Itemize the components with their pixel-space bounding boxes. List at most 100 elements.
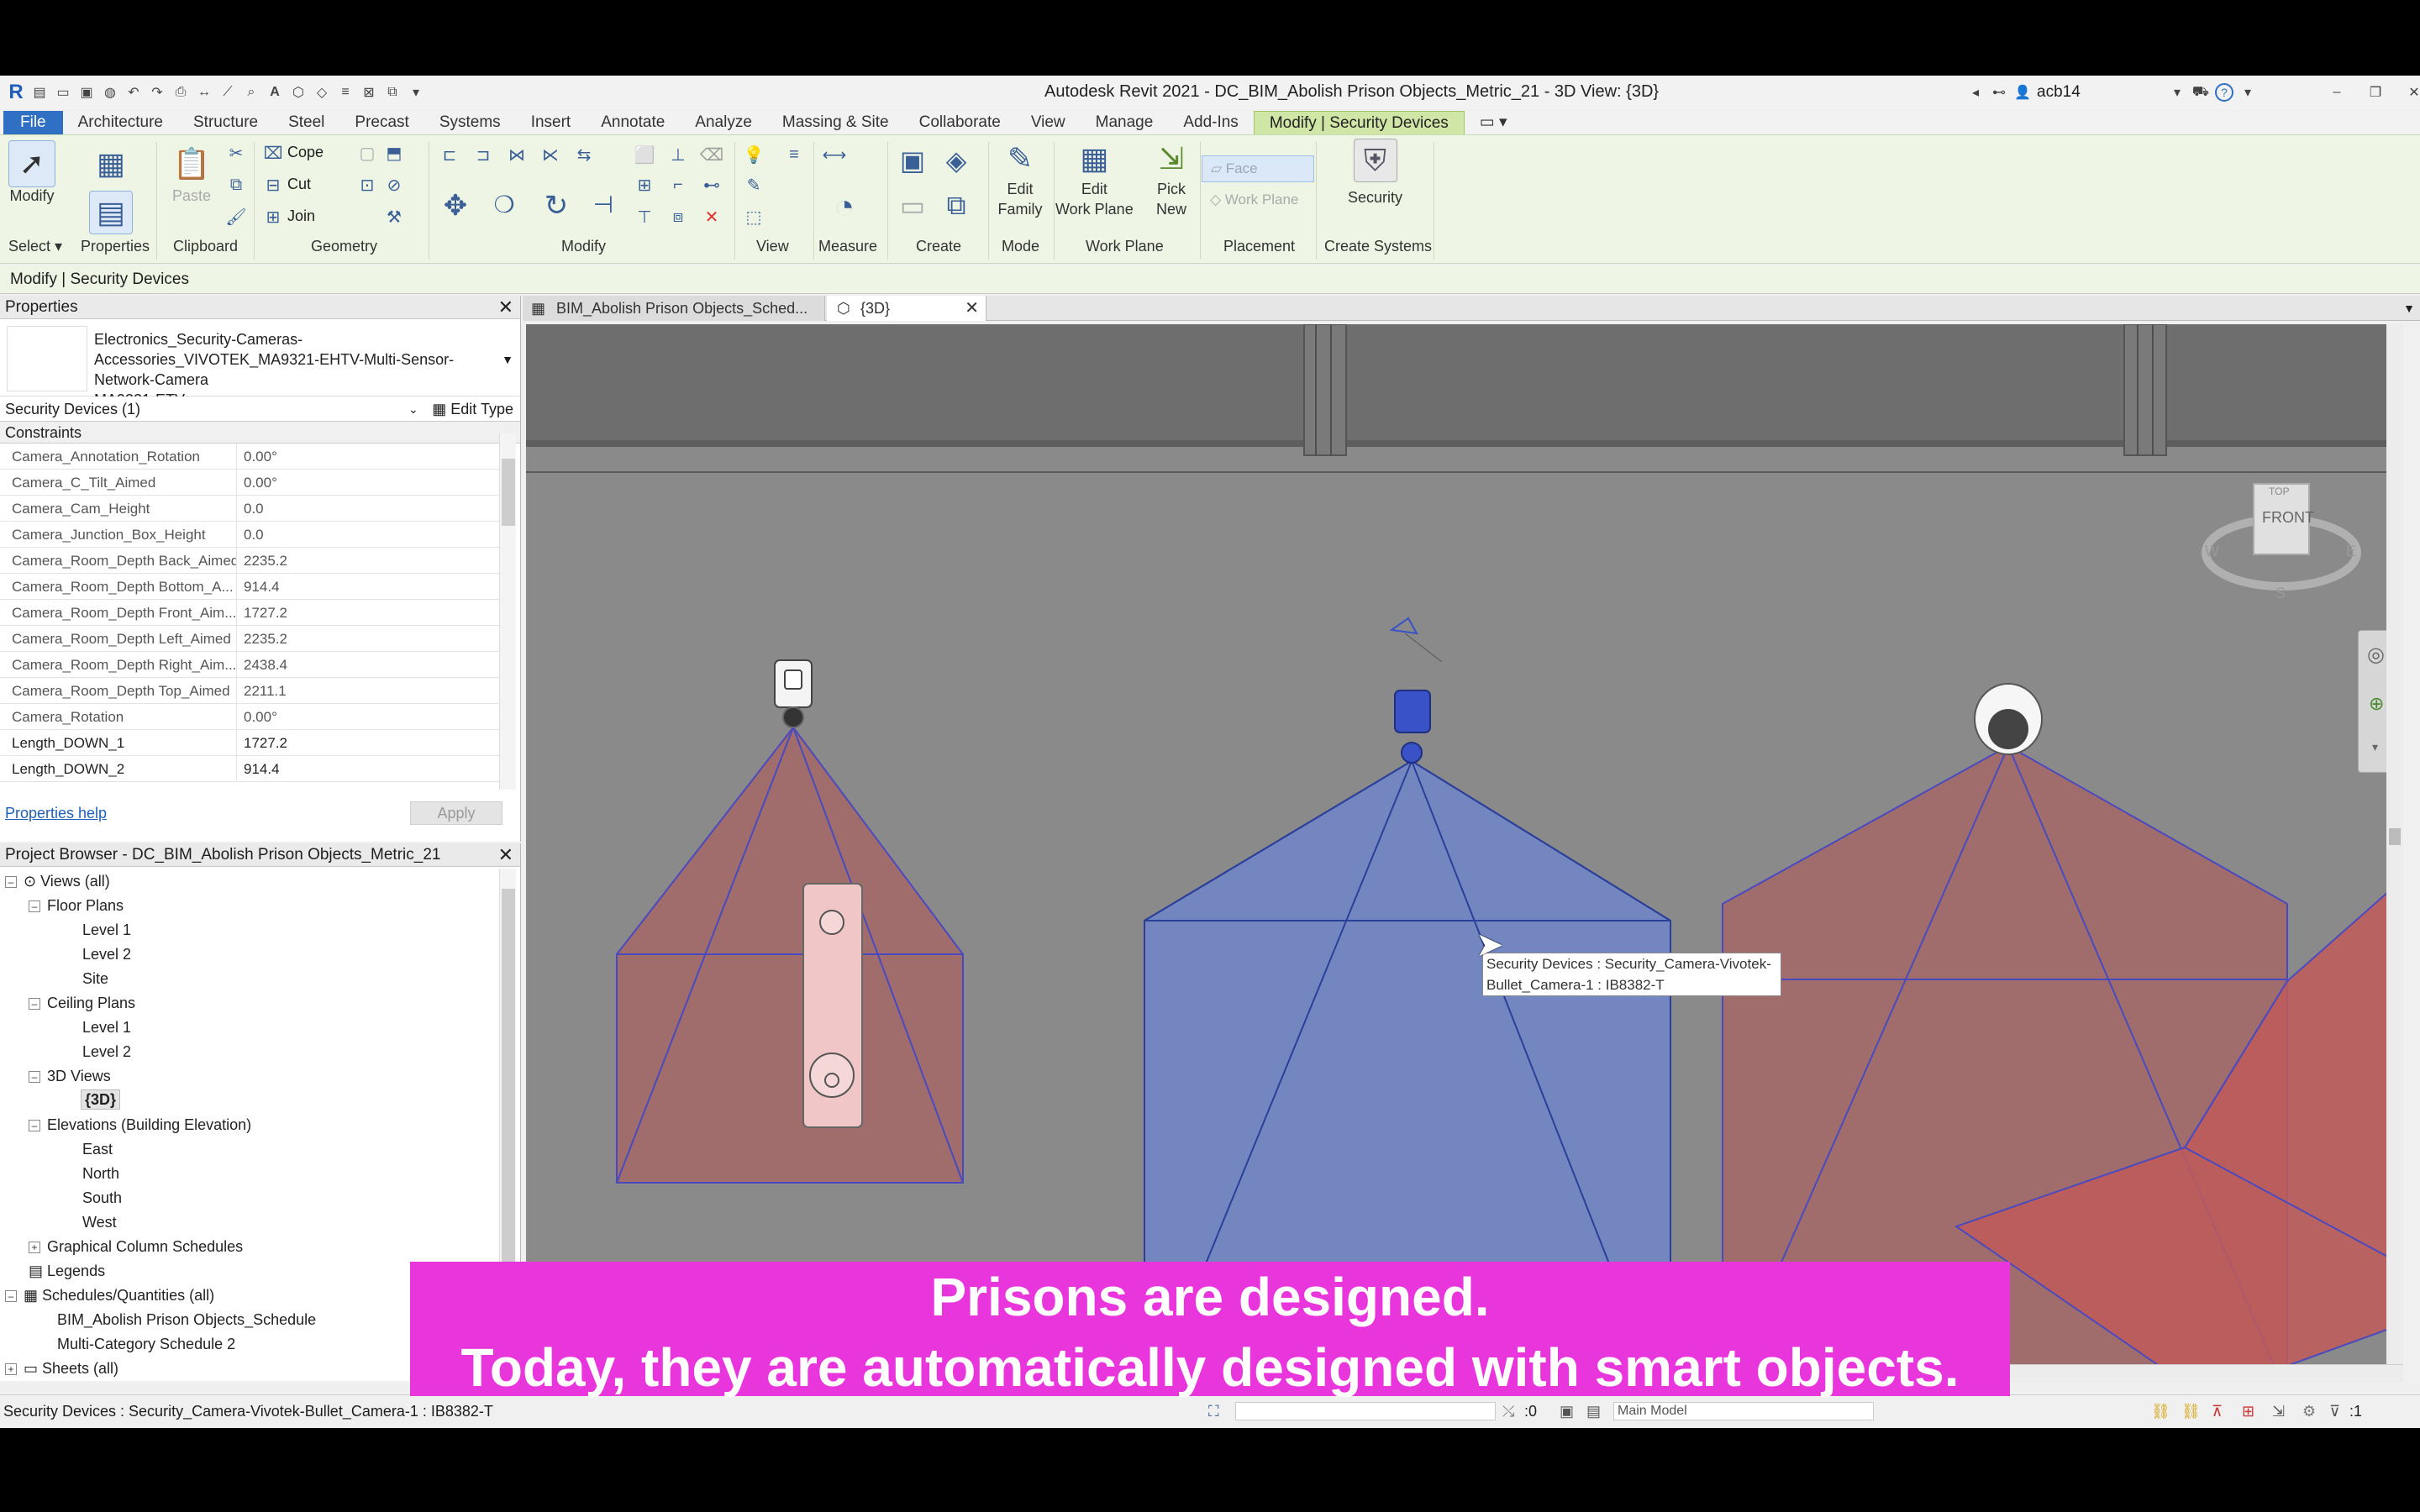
face-button[interactable]: ▱ Face [1202, 155, 1314, 182]
edit-work-plane-button[interactable]: ▦ Edit Work Plane [1055, 139, 1134, 219]
tree-node-schedule-1[interactable]: BIM_Abolish Prison Objects_Schedule [57, 1309, 316, 1331]
close-icon[interactable]: ✕ [2405, 83, 2420, 102]
tree-node-south[interactable]: South [82, 1187, 122, 1209]
viewcube-south[interactable]: S [2275, 585, 2286, 602]
linework-icon[interactable]: ≡ [783, 144, 805, 165]
property-row[interactable]: Camera_Room_Depth Back_Aimed 2235.2 [0, 548, 502, 574]
copy-small-icon[interactable]: ⧈ [667, 206, 689, 228]
background-process-icon[interactable]: ⚙ [2302, 1395, 2316, 1427]
binoculars-icon[interactable]: ⊷ [1990, 83, 2008, 102]
redo-icon[interactable]: ↷ [148, 83, 166, 102]
text-icon[interactable]: A [266, 83, 284, 102]
create-group-icon[interactable]: ⧉ [939, 189, 973, 223]
tab-analyze[interactable]: Analyze [680, 111, 767, 134]
switch-windows-icon[interactable]: ⧉ [383, 83, 402, 102]
property-row[interactable]: Camera_Junction_Box_Height 0.0 [0, 522, 502, 548]
paste-button[interactable]: 📋 Paste [168, 140, 215, 205]
hammer-icon[interactable]: ⚒ [383, 206, 405, 228]
pick-new-button[interactable]: ⇲ Pick New [1148, 139, 1195, 219]
create-similar-icon[interactable]: ▭ [896, 189, 929, 223]
section-icon[interactable]: ◇ [313, 83, 331, 102]
properties-scrollbar[interactable] [499, 433, 516, 790]
property-row[interactable]: Camera_Annotation_Rotation 0.00° [0, 444, 502, 470]
hide-icon[interactable]: 💡 [743, 144, 765, 165]
close-icon[interactable]: ✕ [965, 296, 979, 321]
scale-icon[interactable]: ⬜ [634, 144, 655, 165]
customize-icon[interactable]: ▾ [407, 83, 425, 102]
property-row[interactable]: Camera_Cam_Height 0.0 [0, 496, 502, 522]
tag-icon[interactable]: ⌕ [242, 83, 260, 102]
tab-manage[interactable]: Manage [1081, 111, 1169, 134]
tree-node-schedule-2[interactable]: Multi-Category Schedule 2 [57, 1333, 235, 1355]
cope-icon[interactable]: ⌧ [262, 142, 284, 164]
chevron-down-icon[interactable]: ▾ [2168, 83, 2186, 102]
cut-icon[interactable]: ✂ [225, 142, 247, 164]
tree-node-schedules[interactable]: – ▦ Schedules/Quantities (all) [5, 1284, 214, 1306]
demolish-icon[interactable]: ⊘ [383, 174, 405, 196]
edit-family-button[interactable]: ✎ Edit Family [997, 139, 1044, 219]
modify-button[interactable]: ➚ Modify [8, 140, 55, 205]
select-dropdown[interactable]: Select ▾ [8, 238, 62, 255]
create-assembly-icon[interactable]: ▣ [896, 144, 929, 177]
selection-box-icon[interactable]: ⬚ [743, 206, 765, 228]
paint-icon[interactable]: ⊡ [356, 174, 378, 196]
constraints-group[interactable]: Constraints [0, 422, 520, 444]
close-icon[interactable]: ✕ [498, 843, 513, 867]
property-row[interactable]: Camera_Room_Depth Bottom_A... 914.4 [0, 574, 502, 600]
viewcube-front[interactable]: FRONT [2262, 509, 2314, 527]
tree-node-3d-views[interactable]: –3D Views [29, 1065, 111, 1087]
tab-structure[interactable]: Structure [178, 111, 273, 134]
chevron-down-icon[interactable]: ▾ [2238, 83, 2257, 102]
tab-modify-security-devices[interactable]: Modify | Security Devices [1253, 111, 1465, 134]
edit-type-button[interactable]: ▦ Edit Type [432, 396, 513, 422]
folder-icon[interactable]: ▭ [54, 83, 72, 102]
type-selector[interactable]: Electronics_Security-Cameras-Accessories… [0, 319, 520, 408]
tree-node-level-2[interactable]: Level 2 [82, 943, 131, 965]
trim-icon[interactable]: ⌐ [667, 174, 689, 196]
user-icon[interactable]: 👤 [2013, 83, 2032, 102]
delete-icon[interactable]: ✕ [701, 206, 723, 228]
tab-architecture[interactable]: Architecture [63, 111, 178, 134]
tree-node-3d[interactable]: {3D} [81, 1089, 121, 1110]
tab-precast[interactable]: Precast [339, 111, 424, 134]
tree-node-east[interactable]: East [82, 1138, 113, 1160]
property-row[interactable]: Camera_Room_Depth Right_Aim... 2438.4 [0, 652, 502, 678]
tree-node-legends[interactable]: ▤ Legends [29, 1260, 105, 1282]
tab-collaborate[interactable]: Collaborate [904, 111, 1016, 134]
dimension-icon[interactable]: ⟋ [218, 83, 237, 102]
cope-button[interactable]: Cope [287, 144, 324, 161]
minimize-icon[interactable]: – [2328, 83, 2346, 102]
create-parts-icon[interactable]: ◈ [939, 144, 973, 177]
open-icon[interactable]: ▤ [30, 83, 49, 102]
join-button[interactable]: Join [287, 207, 315, 225]
measure-between-icon[interactable]: ⟷ [823, 144, 847, 165]
revit-logo-icon[interactable]: R [7, 81, 25, 103]
chevron-down-icon[interactable]: ⌄ [408, 396, 418, 422]
tab-view[interactable]: View [1016, 111, 1081, 134]
user-name[interactable]: acb14 [2037, 83, 2163, 102]
rotate-icon[interactable]: ↻ [539, 189, 573, 223]
steering-wheel-icon[interactable]: ◎ [2367, 643, 2385, 667]
select-by-face-icon[interactable]: ⊞ [2242, 1395, 2254, 1427]
thin-lines-icon[interactable]: ≡ [336, 83, 355, 102]
instance-filter[interactable]: Security Devices (1) ⌄ ▦ Edit Type [0, 396, 520, 422]
select-pinned-icon[interactable]: ⊼ [2212, 1395, 2223, 1427]
copy-element-icon[interactable]: ❍ [489, 189, 519, 219]
print-icon[interactable]: ⎙ [171, 83, 190, 102]
tree-node-site[interactable]: Site [82, 968, 108, 990]
tab-add-ins[interactable]: Add-Ins [1168, 111, 1253, 134]
viewcube-top[interactable]: TOP [2269, 486, 2289, 497]
array-icon[interactable]: ⊞ [634, 174, 655, 196]
close-icon[interactable]: ✕ [498, 296, 513, 319]
tab-massing-site[interactable]: Massing & Site [767, 111, 904, 134]
workset-select[interactable] [1235, 1402, 1496, 1420]
tree-node-graphical-column-schedules[interactable]: + Graphical Column Schedules [29, 1236, 243, 1257]
dimension-tool-icon[interactable]: ◔ [823, 186, 865, 228]
override-icon[interactable]: ✎ [743, 174, 765, 196]
pin-icon[interactable]: ⊤ [634, 206, 655, 228]
tab-menu-icon[interactable]: ▼ [2403, 296, 2415, 321]
cart-icon[interactable]: ⛟ [2191, 83, 2210, 102]
tree-node-sheets[interactable]: + ▭ Sheets (all) [5, 1357, 118, 1379]
wall-joins-icon[interactable]: ▢ [356, 142, 378, 164]
measure-icon[interactable]: ↔ [195, 83, 213, 102]
